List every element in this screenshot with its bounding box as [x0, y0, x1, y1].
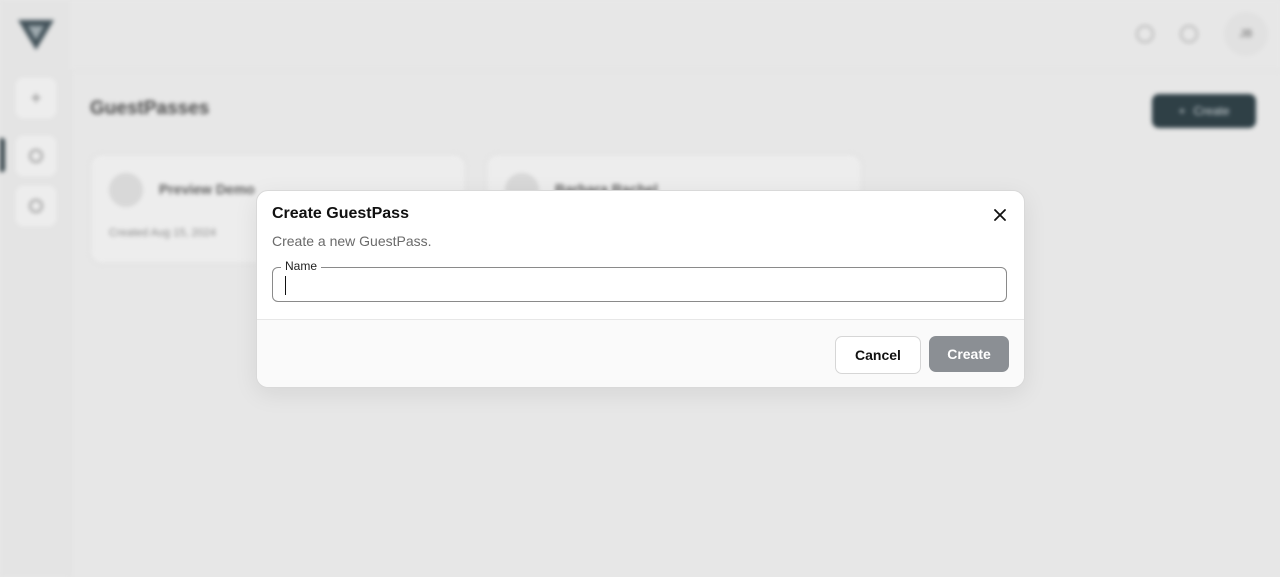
create-guestpass-dialog: Create GuestPass Create a new GuestPass.… — [256, 190, 1025, 388]
name-field-label: Name — [281, 259, 322, 273]
create-button[interactable]: Create — [929, 336, 1009, 372]
close-button[interactable] — [990, 205, 1010, 225]
dialog-footer: Cancel Create — [257, 319, 1024, 387]
dialog-title: Create GuestPass — [272, 205, 409, 222]
text-caret — [285, 276, 286, 295]
close-icon — [994, 209, 1006, 221]
cancel-button[interactable]: Cancel — [835, 336, 921, 374]
name-field[interactable]: Name — [272, 259, 1007, 302]
dialog-description: Create a new GuestPass. — [272, 233, 432, 249]
name-input[interactable] — [283, 273, 987, 299]
